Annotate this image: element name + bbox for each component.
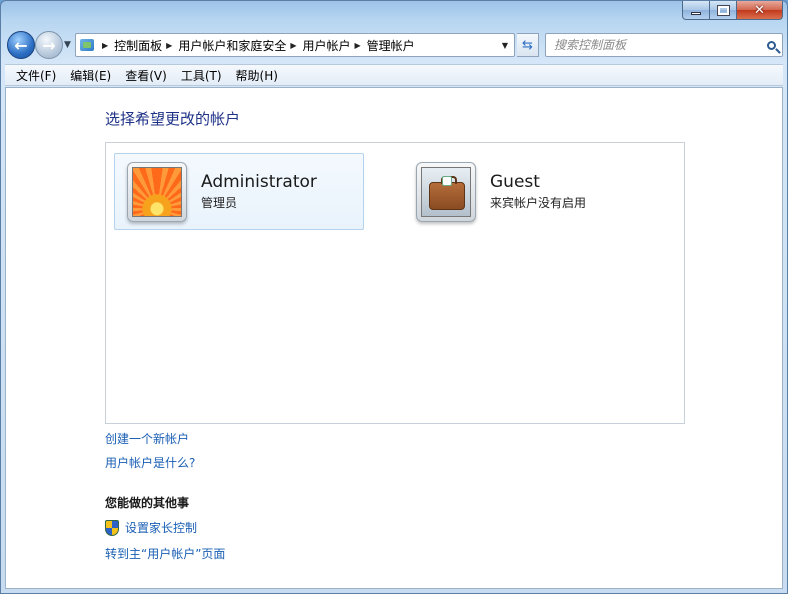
address-dropdown-icon[interactable]: ▼ bbox=[496, 41, 514, 50]
refresh-button[interactable]: ⇆ bbox=[517, 33, 539, 57]
chevron-down-icon: ▼ bbox=[64, 40, 71, 50]
parental-controls-link[interactable]: 设置家长控制 bbox=[105, 519, 197, 536]
flower-avatar-icon bbox=[132, 166, 182, 217]
close-icon: ✕ bbox=[754, 2, 765, 18]
breadcrumb-separator-icon[interactable]: ▶ bbox=[102, 41, 108, 50]
menu-bar: 文件(F) 编辑(E) 查看(V) 工具(T) 帮助(H) bbox=[5, 64, 783, 86]
breadcrumb-separator-icon[interactable]: ▶ bbox=[355, 41, 361, 50]
avatar bbox=[127, 161, 187, 222]
breadcrumb-control-panel[interactable]: 控制面板 bbox=[114, 37, 162, 54]
suitcase-avatar-icon bbox=[421, 166, 471, 217]
breadcrumb-separator-icon[interactable]: ▶ bbox=[290, 41, 296, 50]
avatar bbox=[416, 161, 476, 222]
breadcrumb-user-accounts-family[interactable]: 用户帐户和家庭安全 bbox=[178, 37, 286, 54]
history-dropdown-button[interactable]: ▼ bbox=[64, 40, 71, 50]
goto-main-accounts-link[interactable]: 转到主“用户帐户”页面 bbox=[105, 545, 225, 562]
parental-controls-label[interactable]: 设置家长控制 bbox=[125, 519, 197, 536]
create-account-link[interactable]: 创建一个新帐户 bbox=[105, 430, 189, 447]
breadcrumb-user-accounts[interactable]: 用户帐户 bbox=[303, 37, 351, 54]
search-box[interactable] bbox=[545, 33, 783, 57]
arrow-left-icon: ← bbox=[14, 35, 28, 55]
forward-button[interactable]: → bbox=[35, 31, 63, 59]
menu-file[interactable]: 文件(F) bbox=[9, 67, 63, 84]
menu-tools[interactable]: 工具(T) bbox=[174, 67, 229, 84]
maximize-button[interactable] bbox=[710, 1, 737, 20]
control-panel-icon bbox=[76, 34, 98, 56]
account-role: 来宾帐户没有启用 bbox=[490, 196, 587, 210]
arrow-right-icon: → bbox=[42, 35, 56, 55]
back-button[interactable]: ← bbox=[7, 31, 35, 59]
account-administrator[interactable]: Administrator 管理员 bbox=[114, 153, 364, 230]
breadcrumb-manage-accounts[interactable]: 管理帐户 bbox=[367, 37, 415, 54]
menu-view[interactable]: 查看(V) bbox=[118, 67, 174, 84]
caption-buttons: ✕ bbox=[682, 1, 783, 21]
refresh-icon: ⇆ bbox=[522, 37, 533, 53]
what-is-account-link[interactable]: 用户帐户是什么? bbox=[105, 454, 195, 471]
search-icon[interactable] bbox=[760, 40, 782, 50]
page-title: 选择希望更改的帐户 bbox=[105, 110, 241, 128]
account-guest[interactable]: Guest 来宾帐户没有启用 bbox=[404, 153, 654, 230]
minimize-icon bbox=[691, 11, 701, 15]
other-tasks-title: 您能做的其他事 bbox=[105, 496, 190, 510]
accounts-list: Administrator 管理员 Guest 来宾帐户没有启用 bbox=[105, 142, 685, 424]
breadcrumb-separator-icon[interactable]: ▶ bbox=[166, 41, 172, 50]
navigation-bar: ← → ▼ ▶ 控制面板 ▶ 用户帐户和家庭安全 ▶ 用户帐户 ▶ 管理帐户 ▼… bbox=[5, 29, 783, 61]
content-pane: 选择希望更改的帐户 Administrator 管理员 Guest 来宾帐户没有… bbox=[5, 87, 783, 589]
maximize-icon bbox=[716, 4, 730, 16]
account-name: Administrator bbox=[201, 172, 317, 192]
account-role: 管理员 bbox=[201, 196, 238, 210]
minimize-button[interactable] bbox=[682, 1, 710, 20]
shield-icon bbox=[105, 519, 119, 536]
menu-edit[interactable]: 编辑(E) bbox=[63, 67, 118, 84]
address-bar[interactable]: ▶ 控制面板 ▶ 用户帐户和家庭安全 ▶ 用户帐户 ▶ 管理帐户 ▼ bbox=[75, 33, 515, 57]
menu-help[interactable]: 帮助(H) bbox=[229, 67, 285, 84]
close-button[interactable]: ✕ bbox=[737, 1, 783, 20]
account-name: Guest bbox=[490, 172, 540, 192]
search-input[interactable] bbox=[554, 38, 760, 52]
window: ✕ ← → ▼ ▶ 控制面板 ▶ 用户帐户和家庭安全 ▶ 用户帐户 ▶ 管理帐户… bbox=[0, 0, 788, 594]
